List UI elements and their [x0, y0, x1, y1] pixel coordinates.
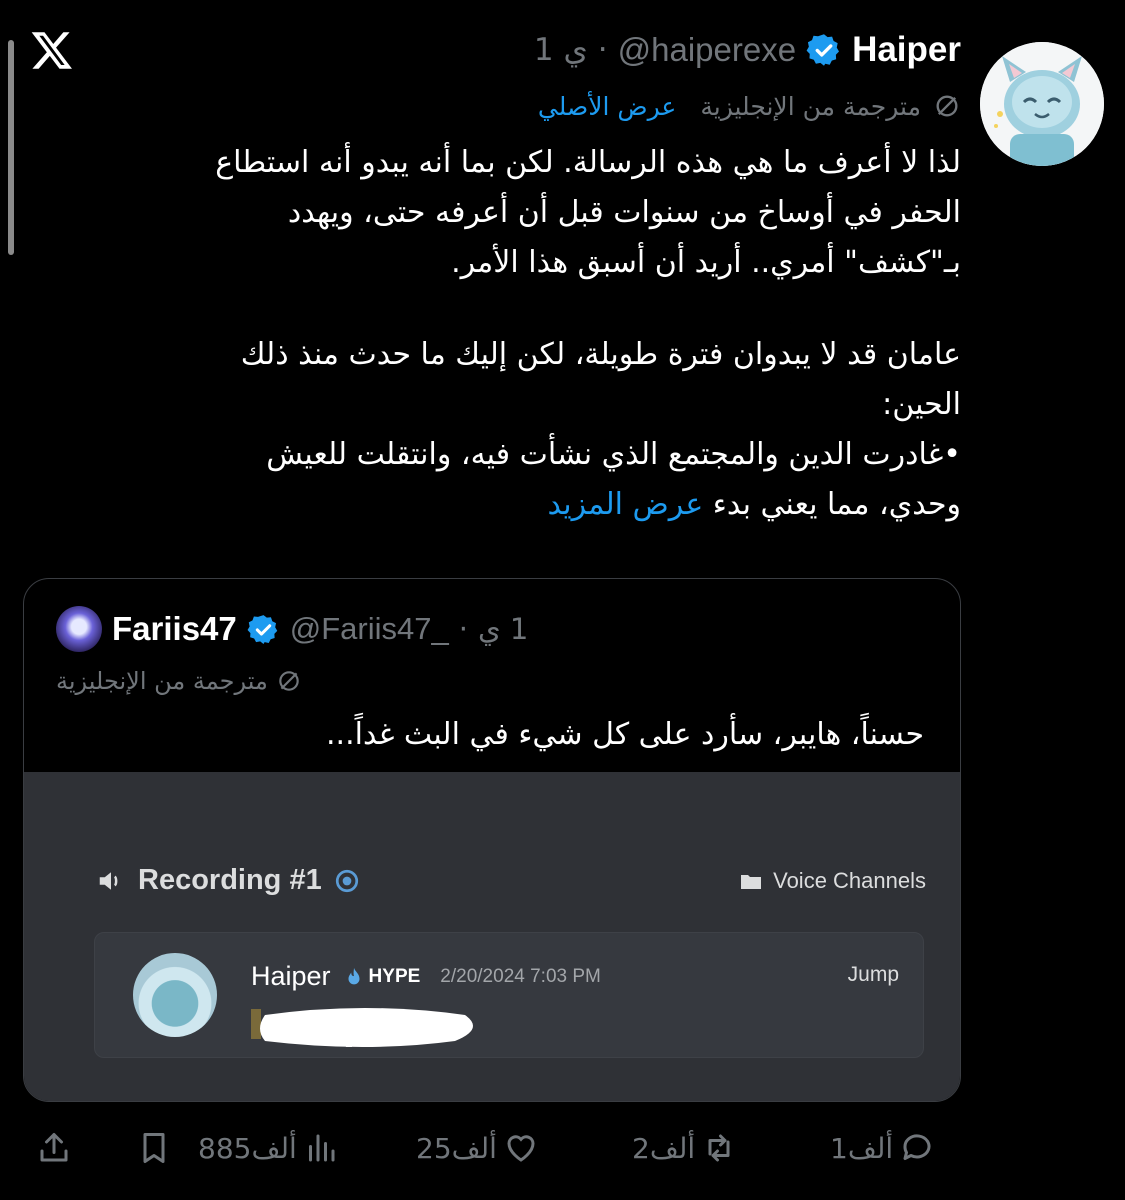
translate-icon	[936, 95, 958, 117]
hype-flame-icon	[348, 967, 360, 984]
tweet-header: Haiper @haiperexe · 1 ي	[534, 28, 961, 72]
quote-age: 1 ي	[477, 612, 529, 646]
tweet-body: لذا لا أعرف ما هي هذه الرسالة. لكن بما أ…	[61, 138, 961, 530]
author-handle[interactable]: @haiperexe	[618, 31, 796, 69]
author-name[interactable]: Haiper	[852, 30, 961, 70]
tweet-line: لذا لا أعرف ما هي هذه الرسالة. لكن بما أ…	[215, 145, 961, 180]
hype-badge-label: HYPE	[368, 965, 421, 987]
translation-row: مترجمة من الإنجليزية عرض الأصلي	[538, 86, 961, 126]
speaker-icon	[99, 871, 118, 890]
retweet-count: 2ألف	[632, 1131, 696, 1165]
tweet-age[interactable]: 1 ي	[534, 32, 588, 68]
discord-author: Haiper	[251, 961, 331, 991]
separator-dot: ·	[597, 32, 608, 68]
bookmark-button[interactable]	[136, 1120, 172, 1176]
quote-author-avatar[interactable]	[56, 606, 102, 652]
folder-icon	[741, 875, 762, 889]
x-logo-icon[interactable]	[30, 28, 74, 72]
tweet-line: عامان قد لا يبدوان فترة طويلة، لكن إليك …	[240, 337, 961, 372]
quote-translation-row: مترجمة من الإنجليزية	[56, 663, 302, 699]
jump-button: Jump	[847, 963, 899, 986]
translated-label: مترجمة من الإنجليزية	[700, 91, 921, 121]
tweet-line: الحفر في أوساخ من سنوات قبل أن أعرفه حتى…	[287, 195, 961, 230]
quote-header: Fariis47 @Fariis47_ · 1 ي	[56, 605, 528, 653]
hype-badge: HYPE	[343, 965, 421, 988]
reply-button[interactable]: 1ألف	[830, 1120, 935, 1176]
discord-avatar	[133, 953, 217, 1037]
tweet-line: الحين:	[882, 387, 961, 422]
reply-bubble-icon	[903, 1134, 931, 1160]
views-count: 885ألف	[198, 1131, 297, 1165]
quote-author-handle[interactable]: @Fariis47_	[290, 611, 449, 647]
discord-channel: Voice Channels	[739, 868, 926, 894]
retweet-icon	[708, 1134, 730, 1162]
discord-message-header: Haiper HYPE 2/20/2024 7:03 PM	[251, 961, 601, 992]
quote-translated-label: مترجمة من الإنجليزية	[56, 667, 268, 695]
like-button[interactable]: 25ألف	[416, 1120, 539, 1176]
scrollbar[interactable]	[8, 40, 14, 255]
translate-icon	[279, 671, 299, 691]
heart-icon	[507, 1135, 535, 1162]
show-more-link[interactable]: عرض المزيد	[548, 487, 704, 522]
redaction-scribble	[251, 1008, 473, 1047]
reply-count: 1ألف	[830, 1131, 894, 1165]
channel-label: Voice Channels	[773, 868, 926, 893]
quote-author-name[interactable]: Fariis47	[112, 610, 237, 648]
discord-timestamp: 2/20/2024 7:03 PM	[440, 965, 601, 987]
tweet-line: •غادرت الدين والمجتمع الذي نشأت فيه، وان…	[266, 437, 961, 472]
tweet-line-last: وحدي، مما يعني بدء عرض المزيد	[61, 480, 961, 530]
recording-title-text: Recording #1	[138, 864, 322, 896]
quoted-tweet[interactable]: Fariis47 @Fariis47_ · 1 ي مترجمة من الإن…	[23, 578, 961, 1102]
bookmark-icon	[143, 1133, 165, 1163]
share-icon	[40, 1133, 68, 1162]
discord-recording-title: Recording #1	[96, 864, 360, 897]
author-avatar[interactable]	[980, 42, 1104, 166]
verified-badge-icon	[806, 34, 840, 66]
record-icon	[335, 869, 358, 892]
tweet-line: بـ"كشف" أمري.. أريد أن أسبق هذا الأمر.	[451, 245, 961, 280]
views-bar-chart-icon	[308, 1134, 335, 1162]
attached-image-discord[interactable]: Recording #1 Voice Channels Haiper HYPE	[24, 772, 960, 1101]
separator-dot: ·	[458, 612, 468, 646]
tweet-line-text: وحدي، مما يعني بدء	[712, 487, 961, 522]
show-original-link[interactable]: عرض الأصلي	[538, 92, 676, 121]
discord-message: Haiper HYPE 2/20/2024 7:03 PM Jump	[94, 932, 924, 1058]
retweet-button[interactable]: 2ألف	[632, 1120, 737, 1176]
verified-badge-icon	[247, 614, 277, 644]
like-count: 25ألف	[416, 1131, 497, 1165]
action-bar: 885ألف 25ألف 2ألف 1ألف	[30, 1120, 1100, 1176]
quote-text: حسناً، هايبر، سأرد على كل شيء في البث غد…	[326, 717, 924, 752]
views-button[interactable]: 885ألف	[198, 1120, 339, 1176]
share-button[interactable]	[36, 1120, 72, 1176]
